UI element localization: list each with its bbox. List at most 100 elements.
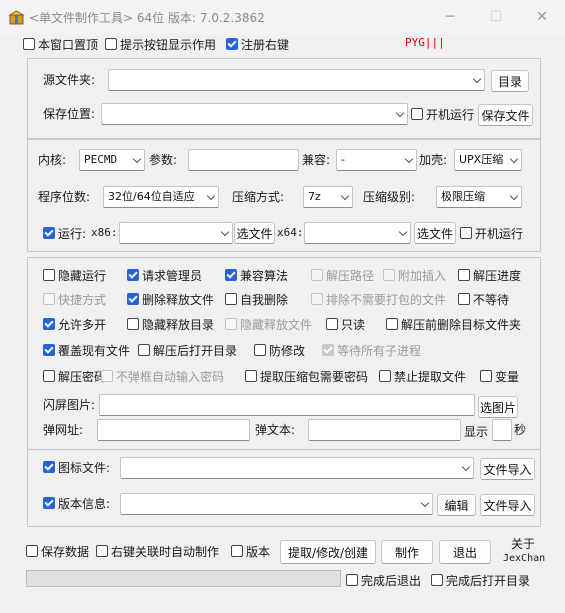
- method-label: 压缩方式:: [232, 190, 285, 204]
- topmost-checkbox[interactable]: 本窗口置顶: [23, 36, 98, 52]
- version-info-combo[interactable]: [120, 493, 433, 515]
- option-checkbox[interactable]: 解压进度: [458, 267, 521, 283]
- close-button[interactable]: ✕: [519, 0, 565, 34]
- checkbox-box[interactable]: [43, 344, 55, 356]
- checkbox-box[interactable]: [43, 497, 55, 509]
- x64-combo[interactable]: [304, 222, 411, 244]
- checkbox-box[interactable]: [379, 370, 391, 382]
- option-checkbox[interactable]: 变量: [480, 368, 519, 384]
- checkbox-box[interactable]: [460, 227, 472, 239]
- save-file-button[interactable]: 保存文件: [478, 104, 533, 126]
- compat-combo[interactable]: -: [336, 149, 417, 171]
- combo-value: -: [341, 153, 345, 166]
- icon-file-combo[interactable]: [120, 457, 474, 479]
- checkbox-box[interactable]: [127, 293, 139, 305]
- checkbox-label: 排除不需要打包的文件: [326, 292, 447, 307]
- checkbox-box[interactable]: [226, 38, 238, 50]
- checkbox-box[interactable]: [127, 318, 139, 330]
- x64-select-file-button[interactable]: 选文件: [414, 222, 456, 244]
- checkbox-box[interactable]: [138, 344, 150, 356]
- about-title[interactable]: 关于: [511, 537, 535, 551]
- select-image-button[interactable]: 选图片: [478, 396, 518, 418]
- option-checkbox[interactable]: 兼容算法: [225, 267, 288, 283]
- option-checkbox[interactable]: 隐藏运行: [43, 267, 106, 283]
- autorun-checkbox[interactable]: 开机运行: [411, 106, 474, 122]
- checkbox-box[interactable]: [43, 370, 55, 382]
- tooltips-checkbox[interactable]: 提示按钮显示作用: [105, 36, 216, 52]
- icon-file-checkbox[interactable]: 图标文件:: [43, 459, 110, 475]
- checkbox-box[interactable]: [43, 461, 55, 473]
- checkbox-box[interactable]: [43, 318, 55, 330]
- option-checkbox[interactable]: 解压前删除目标文件夹: [386, 316, 521, 332]
- version-checkbox[interactable]: 版本: [231, 543, 270, 559]
- checkbox-label: 快捷方式: [58, 292, 107, 307]
- source-folder-combo[interactable]: [108, 69, 485, 91]
- autorun2-checkbox[interactable]: 开机运行: [460, 225, 523, 241]
- extract-modify-create-button[interactable]: 提取/修改/创建: [280, 540, 376, 564]
- checkbox-box[interactable]: [231, 545, 243, 557]
- maximize-button[interactable]: ☐: [473, 0, 519, 34]
- level-combo[interactable]: 极限压缩: [436, 186, 522, 208]
- option-checkbox[interactable]: 自我删除: [225, 291, 288, 307]
- checkbox-box[interactable]: [96, 545, 108, 557]
- option-checkbox[interactable]: 禁止提取文件: [379, 368, 466, 384]
- option-checkbox[interactable]: 不等待: [458, 291, 509, 307]
- version-import-button[interactable]: 文件导入: [480, 494, 535, 516]
- seconds-input[interactable]: [492, 419, 512, 441]
- option-checkbox[interactable]: 只读: [326, 316, 365, 332]
- about-author[interactable]: JexChan: [503, 552, 545, 565]
- checkbox-box[interactable]: [386, 318, 398, 330]
- checkbox-box[interactable]: [43, 227, 55, 239]
- exit-button[interactable]: 退出: [439, 540, 491, 564]
- bits-combo[interactable]: 32位/64位自适应: [103, 186, 219, 208]
- checkbox-box[interactable]: [105, 38, 117, 50]
- checkbox-box[interactable]: [326, 318, 338, 330]
- popup-text-input[interactable]: [308, 419, 461, 441]
- edit-button[interactable]: 编辑: [437, 494, 476, 516]
- minimize-button[interactable]: ─: [427, 0, 473, 34]
- param-input[interactable]: [188, 149, 299, 171]
- option-checkbox[interactable]: 防修改: [254, 342, 305, 358]
- option-checkbox[interactable]: 请求管理员: [127, 267, 202, 283]
- option-checkbox[interactable]: 隐藏释放目录: [127, 316, 214, 332]
- x86-combo[interactable]: [119, 222, 233, 244]
- run-checkbox[interactable]: 运行:: [43, 225, 86, 241]
- make-button[interactable]: 制作: [381, 540, 433, 564]
- open-after-checkbox[interactable]: 完成后打开目录: [431, 572, 530, 588]
- exit-after-checkbox[interactable]: 完成后退出: [346, 572, 421, 588]
- kernel-combo[interactable]: PECMD: [79, 149, 145, 171]
- checkbox-box[interactable]: [127, 269, 139, 281]
- option-checkbox[interactable]: 解压密码: [43, 368, 106, 384]
- option-checkbox[interactable]: 删除释放文件: [127, 291, 214, 307]
- directory-button[interactable]: 目录: [491, 70, 529, 92]
- checkbox-box[interactable]: [458, 269, 470, 281]
- splash-label: 闪屏图片:: [43, 398, 96, 412]
- x86-select-file-button[interactable]: 选文件: [234, 222, 275, 244]
- shell-combo[interactable]: UPX压缩: [454, 149, 522, 171]
- checkbox-box[interactable]: [254, 344, 266, 356]
- save-location-combo[interactable]: [101, 103, 408, 125]
- checkbox-box[interactable]: [346, 574, 358, 586]
- option-checkbox[interactable]: 提取压缩包需要密码: [245, 368, 368, 384]
- checkbox-box[interactable]: [43, 269, 55, 281]
- splash-input[interactable]: [99, 394, 475, 416]
- checkbox-box[interactable]: [23, 38, 35, 50]
- method-combo[interactable]: 7z: [303, 186, 353, 208]
- context-auto-checkbox[interactable]: 右键关联时自动制作: [96, 543, 219, 559]
- option-checkbox[interactable]: 覆盖现有文件: [43, 342, 130, 358]
- icon-import-button[interactable]: 文件导入: [480, 458, 535, 480]
- checkbox-box[interactable]: [458, 293, 470, 305]
- save-data-checkbox[interactable]: 保存数据: [26, 543, 89, 559]
- checkbox-box[interactable]: [245, 370, 257, 382]
- checkbox-box[interactable]: [225, 269, 237, 281]
- checkbox-box[interactable]: [225, 293, 237, 305]
- url-input[interactable]: [97, 419, 250, 441]
- version-info-checkbox[interactable]: 版本信息:: [43, 495, 110, 511]
- context-menu-checkbox[interactable]: 注册右键: [226, 36, 289, 52]
- option-checkbox[interactable]: 允许多开: [43, 316, 106, 332]
- option-checkbox[interactable]: 解压后打开目录: [138, 342, 237, 358]
- checkbox-box[interactable]: [431, 574, 443, 586]
- checkbox-box[interactable]: [480, 370, 492, 382]
- checkbox-box[interactable]: [26, 545, 38, 557]
- checkbox-box[interactable]: [411, 108, 423, 120]
